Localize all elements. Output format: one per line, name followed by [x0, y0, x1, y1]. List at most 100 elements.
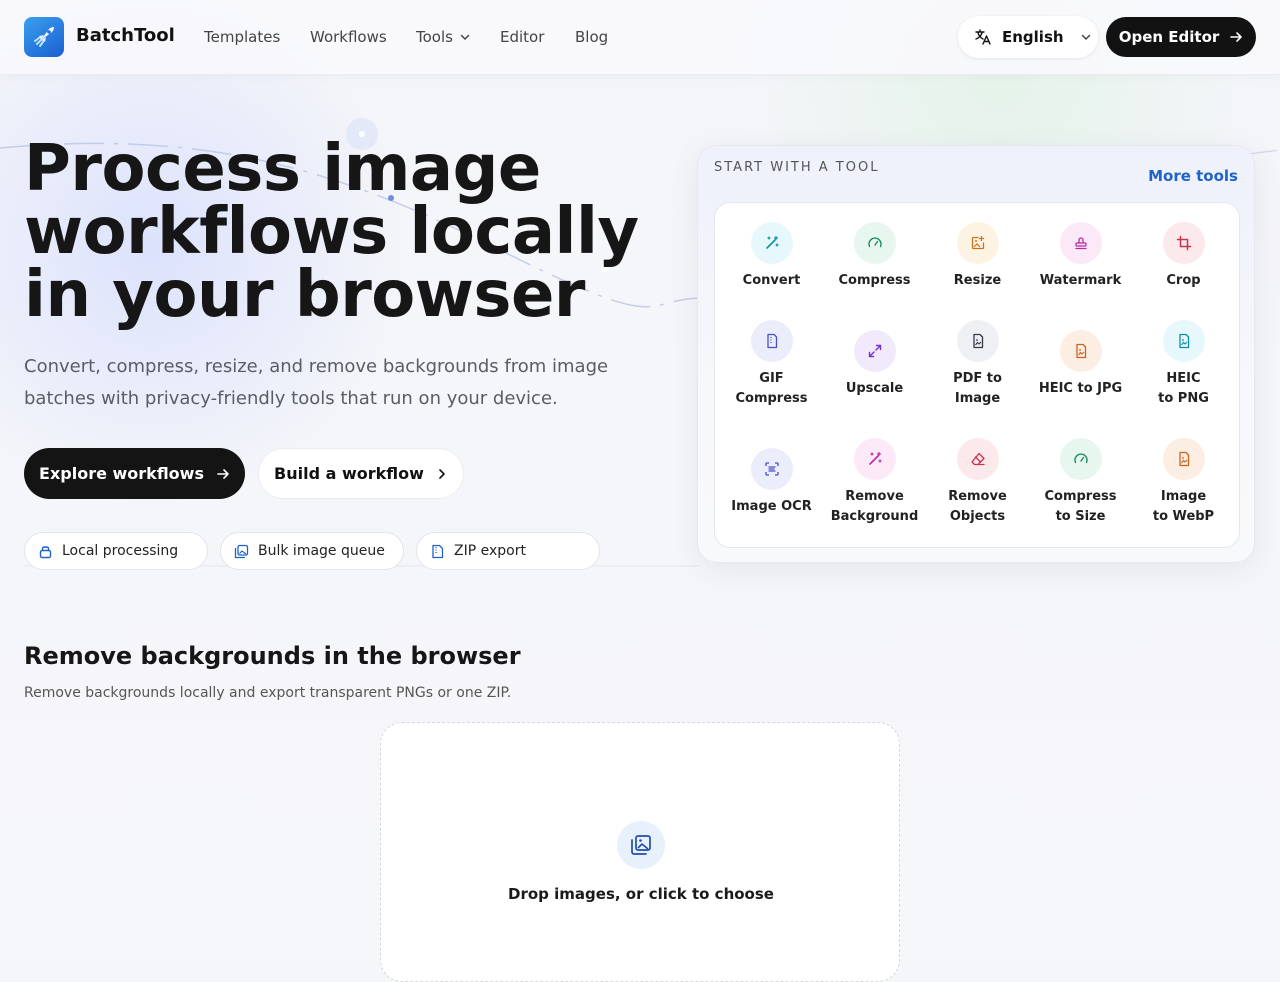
lock-icon [39, 545, 52, 558]
tool-label: Compress [1044, 489, 1117, 504]
nav-editor[interactable]: Editor [500, 28, 544, 46]
gauge-green-icon [1059, 438, 1102, 480]
nav-workflows[interactable]: Workflows [310, 28, 387, 46]
build-workflow-label: Build a workflow [274, 464, 424, 483]
tool-label: to Size [1055, 509, 1106, 524]
stamp-icon [1059, 222, 1102, 264]
tool-compress-to-size[interactable]: Compress to Size [1029, 438, 1132, 527]
expand-icon [853, 330, 896, 372]
image-stack-icon [234, 544, 249, 558]
hero-title: Process image workflows locally in your … [24, 132, 664, 332]
tool-label: GIF [759, 371, 784, 386]
file-image-orange-icon [1059, 330, 1102, 372]
chevron-right-icon [439, 468, 445, 479]
tool-image-to-webp[interactable]: Image to WebP [1132, 438, 1235, 527]
magic-wand-icon [750, 222, 793, 264]
image-dropzone[interactable]: Drop images, or click to choose [380, 722, 900, 982]
nav-workflows-label: Workflows [310, 28, 387, 46]
tool-label: HEIC [1166, 371, 1201, 386]
language-label: English [1002, 28, 1064, 46]
hero-title-line: workflows locally [24, 195, 639, 269]
file-image-teal-icon [1162, 320, 1205, 362]
file-gif-icon [750, 320, 793, 362]
tool-crop[interactable]: Crop [1132, 222, 1235, 291]
nav-blog[interactable]: Blog [575, 28, 608, 46]
nav-tools-label: Tools [416, 28, 453, 46]
tool-remove-background[interactable]: Remove Background [823, 438, 926, 527]
chip-label: ZIP export [454, 543, 526, 559]
tool-label: Background [830, 509, 919, 524]
tool-pdf-to-image[interactable]: PDF to Image [926, 320, 1029, 409]
tool-label: Remove [845, 489, 904, 504]
tool-grid: Convert Compress Resize Watermark Crop G… [714, 202, 1240, 548]
image-plus-icon [956, 222, 999, 264]
more-tools-link[interactable]: More tools [1148, 167, 1238, 185]
panel-heading: START WITH A TOOL [714, 160, 880, 175]
section-title: Remove backgrounds in the browser [24, 642, 521, 670]
brand-name[interactable]: BatchTool [76, 25, 175, 46]
scan-text-icon [750, 448, 793, 490]
chevron-down-icon [1081, 34, 1090, 41]
feature-chip-bulk-queue: Bulk image queue [220, 532, 404, 570]
chip-label: Local processing [62, 543, 179, 559]
open-editor-label: Open Editor [1118, 28, 1220, 46]
explore-workflows-label: Explore workflows [39, 464, 204, 483]
tool-watermark[interactable]: Watermark [1029, 222, 1132, 291]
build-workflow-button[interactable]: Build a workflow [258, 448, 464, 499]
tool-remove-objects[interactable]: Remove Objects [926, 438, 1029, 527]
nav-tools[interactable]: Tools [416, 28, 471, 46]
feature-chip-zip-export: ZIP export [416, 532, 600, 570]
tool-heic-to-jpg[interactable]: HEIC to JPG [1029, 330, 1132, 399]
feature-chip-local-processing: Local processing [24, 532, 208, 570]
hero-title-line: Process image [24, 132, 541, 206]
tool-label: Crop [1166, 273, 1201, 288]
explore-workflows-button[interactable]: Explore workflows [24, 448, 245, 499]
tool-label: to PNG [1158, 391, 1209, 406]
tool-label: PDF to [953, 371, 1002, 386]
tool-gif-compress[interactable]: GIF Compress [720, 320, 823, 409]
tool-compress[interactable]: Compress [823, 222, 926, 291]
image-stack-icon [617, 821, 665, 869]
nav-blog-label: Blog [575, 28, 609, 46]
tool-resize[interactable]: Resize [926, 222, 1029, 291]
dropzone-label: Drop images, or click to choose [508, 885, 774, 903]
tool-label: Objects [949, 509, 1006, 524]
tool-upscale[interactable]: Upscale [823, 330, 926, 399]
tool-heic-to-png[interactable]: HEIC to PNG [1132, 320, 1235, 409]
nav-templates[interactable]: Templates [204, 28, 280, 46]
zip-file-icon [432, 544, 444, 558]
tool-label: Compress [838, 273, 911, 288]
crop-icon [1162, 222, 1205, 264]
tool-label: to WebP [1152, 509, 1215, 524]
chevron-down-icon [460, 34, 470, 41]
chip-label: Bulk image queue [258, 543, 385, 559]
tool-label: Watermark [1039, 273, 1122, 288]
language-selector[interactable]: English [958, 16, 1098, 58]
section-subtitle: Remove backgrounds locally and export tr… [24, 685, 512, 701]
tool-label: Compress [735, 391, 808, 406]
translate-icon [975, 29, 991, 45]
tool-image-ocr[interactable]: Image OCR [720, 448, 823, 517]
nav-templates-label: Templates [204, 28, 281, 46]
magic-wand-purple-icon [853, 438, 896, 480]
hero-subtitle: Convert, compress, resize, and remove ba… [24, 356, 609, 409]
hero-title-line: in your browser [24, 258, 585, 332]
tool-label: Image OCR [731, 499, 812, 514]
tool-picker-panel: START WITH A TOOL More tools Convert Com… [697, 145, 1255, 563]
tool-label: Image [1160, 489, 1207, 504]
tool-label: Resize [953, 273, 1002, 288]
eraser-icon [956, 438, 999, 480]
arrow-right-icon [217, 468, 229, 479]
file-image-icon [956, 320, 999, 362]
rocket-icon [34, 27, 54, 47]
file-image-amber-icon [1162, 438, 1205, 480]
tool-label: HEIC to JPG [1038, 381, 1123, 396]
open-editor-button[interactable]: Open Editor [1106, 17, 1256, 57]
arrow-right-icon [1230, 32, 1243, 42]
logo[interactable] [24, 17, 64, 57]
top-navigation-bar: BatchTool Templates Workflows Tools Edit… [0, 0, 1280, 75]
tool-label: Image [954, 391, 1001, 406]
tool-label: Convert [742, 273, 801, 288]
tool-convert[interactable]: Convert [720, 222, 823, 291]
gauge-icon [853, 222, 896, 264]
